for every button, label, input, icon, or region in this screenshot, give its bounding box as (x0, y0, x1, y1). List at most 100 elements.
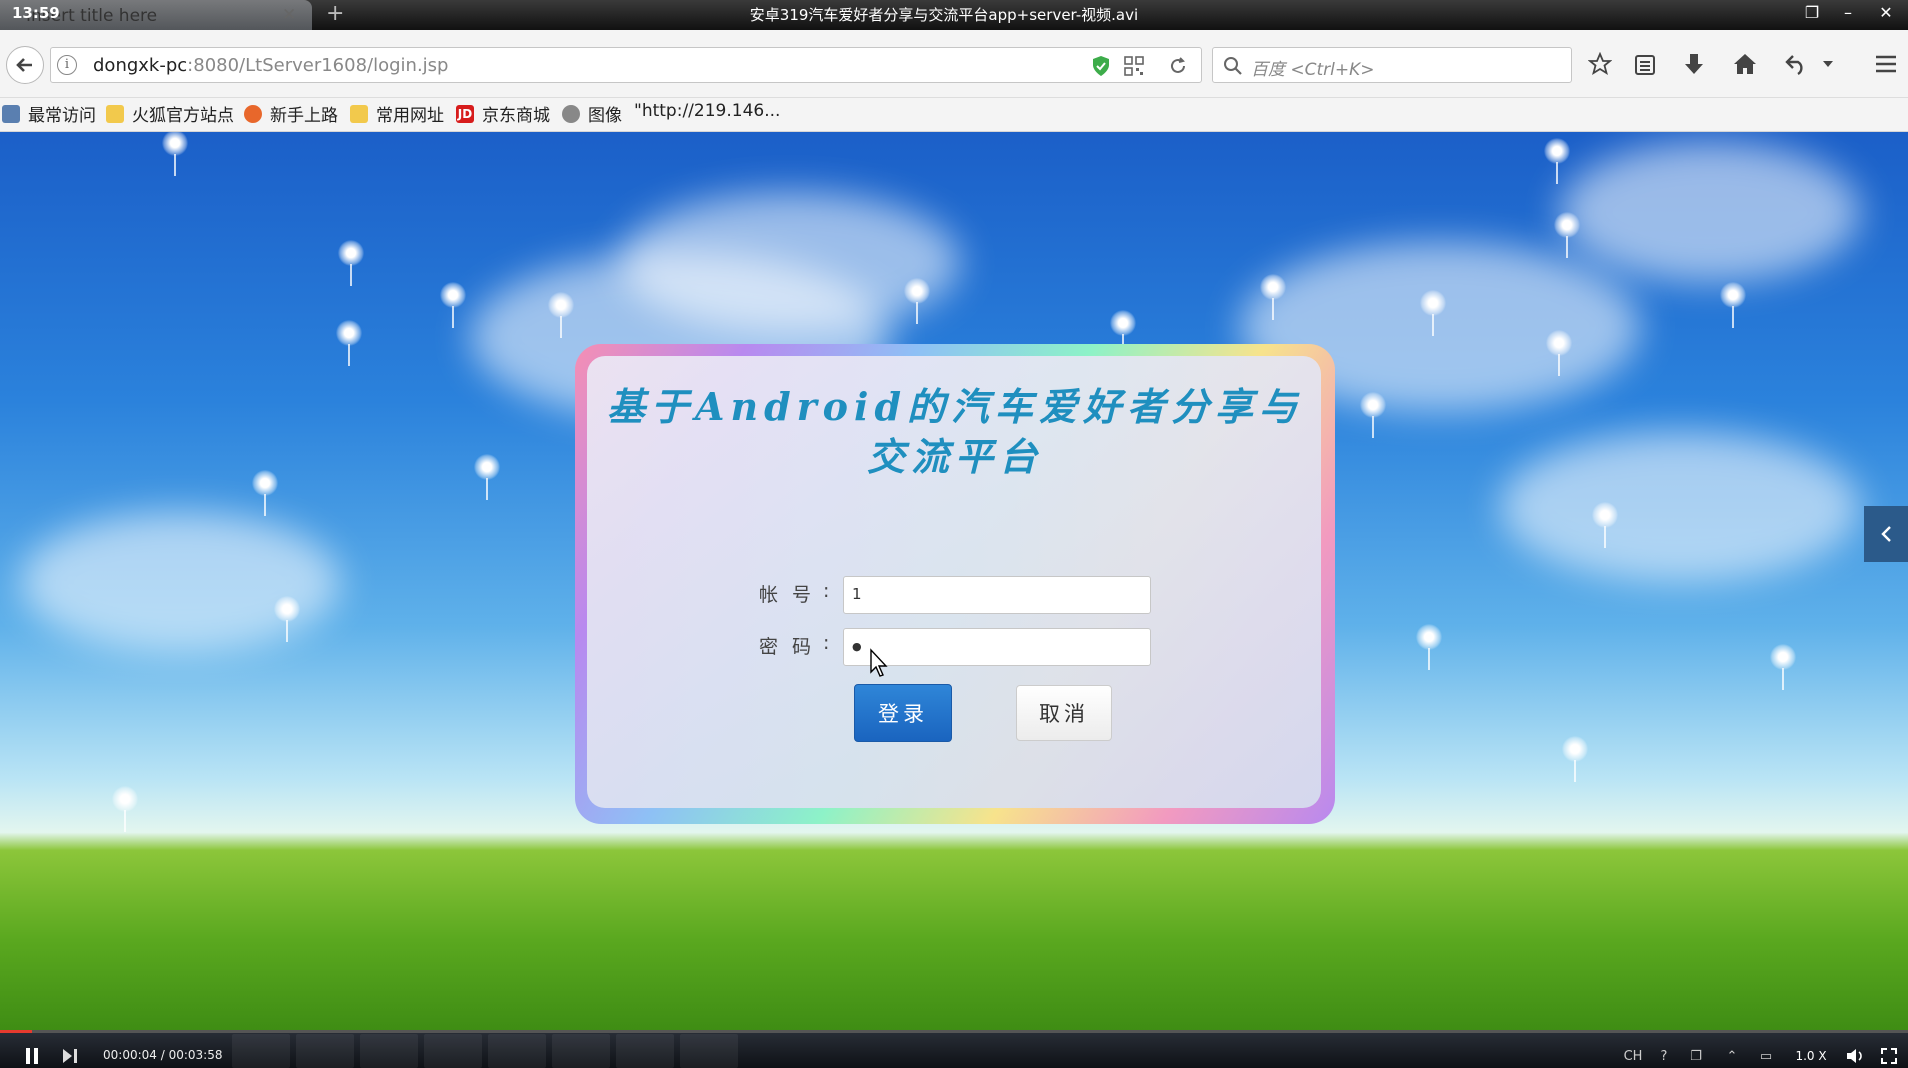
dandelion-seed (336, 320, 362, 366)
window-icon[interactable]: ❐ (1686, 1046, 1706, 1066)
account-label: 帐号 (759, 584, 826, 606)
password-colon: : (823, 632, 830, 654)
bookmark-common-sites[interactable]: 常用网址 (350, 101, 444, 126)
video-title: 安卓319汽车爱好者分享与交流平台app+server-视频.avi (749, 6, 1139, 24)
cloud-decoration (20, 512, 340, 652)
close-window-icon[interactable]: ✕ (1874, 3, 1898, 22)
taskbar-item[interactable] (488, 1034, 546, 1068)
bookmark-label: 图像 (588, 106, 622, 126)
minimize-icon[interactable]: – (1836, 3, 1860, 22)
fullscreen-icon[interactable] (1878, 1046, 1900, 1066)
hamburger-menu-icon (1876, 55, 1896, 73)
page-title: 基于Android的汽车爱好者分享与交流平台 (606, 384, 1304, 479)
dandelion-seed (162, 132, 188, 176)
bookmark-jd[interactable]: JD 京东商城 (456, 101, 550, 126)
star-icon (1588, 52, 1612, 75)
bookmark-label: 常用网址 (376, 106, 444, 126)
dandelion-seed (1554, 212, 1580, 258)
dandelion-seed (548, 292, 574, 338)
bookmark-images[interactable]: 图像 (562, 101, 622, 126)
url-text[interactable]: dongxk-pc:8080/LtServer1608/login.jsp (93, 55, 448, 76)
player-title-bar: Insert title here 13:59 ✕ + 安卓319汽车爱好者分享… (0, 0, 1908, 30)
url-host: dongxk-pc (93, 55, 188, 76)
bookmark-label: "http://219.146... (634, 101, 781, 121)
cloud-decoration (1560, 142, 1860, 282)
qr-code-icon[interactable] (1123, 55, 1145, 77)
dandelion-seed (1720, 282, 1746, 328)
undo-arrow-icon (1785, 55, 1803, 75)
clipboard-icon (1635, 55, 1655, 75)
speed-indicator[interactable]: 1.0 X (1794, 1046, 1828, 1066)
ch-indicator[interactable]: CH (1622, 1046, 1644, 1066)
playback-time: 00:00:04 / 00:03:58 (103, 1048, 223, 1062)
taskbar-item[interactable] (616, 1034, 674, 1068)
bookmark-label: 最常访问 (28, 106, 96, 126)
folder-icon (106, 104, 124, 123)
reading-list-button[interactable] (1631, 50, 1659, 78)
taskbar-item[interactable] (680, 1034, 738, 1068)
dandelion-seed (252, 470, 278, 516)
firefox-icon (244, 104, 262, 123)
home-icon (1734, 54, 1756, 74)
most-visited-icon (2, 104, 20, 123)
network-icon[interactable]: ▭ (1754, 1046, 1778, 1066)
bookmarks-toolbar: 最常访问 火狐官方站点 新手上路 常用网址 JD 京东商城 图像 "http://… (0, 98, 1908, 132)
downloads-button[interactable] (1680, 50, 1708, 78)
login-panel: 基于Android的汽车爱好者分享与交流平台 帐号 : 1 密码 : ● 登录 … (575, 344, 1335, 824)
password-input[interactable]: ● (843, 628, 1151, 666)
taskbar-item[interactable] (360, 1034, 418, 1068)
dandelion-seed (274, 596, 300, 642)
back-button[interactable] (6, 46, 44, 84)
folder-icon (350, 104, 368, 123)
dandelion-seed (1416, 624, 1442, 670)
bookmark-label: 京东商城 (482, 106, 550, 126)
cancel-button[interactable]: 取消 (1016, 685, 1112, 741)
bookmark-getting-started[interactable]: 新手上路 (244, 101, 338, 126)
taskbar-item[interactable] (552, 1034, 610, 1068)
bookmark-firefox-site[interactable]: 火狐官方站点 (106, 101, 234, 126)
download-arrow-icon (1685, 54, 1703, 74)
player-controls: 00:00:04 / 00:03:58 CH ? ❐ ⌃ ▭ 1.0 X (0, 1030, 1908, 1068)
help-icon[interactable]: ? (1654, 1046, 1674, 1066)
chevron-up-icon[interactable]: ⌃ (1722, 1046, 1742, 1066)
side-collapse-tab[interactable] (1864, 506, 1908, 562)
dandelion-seed (112, 786, 138, 832)
bookmark-most-visited[interactable]: 最常访问 (2, 101, 96, 126)
bookmark-label: 火狐官方站点 (132, 106, 234, 126)
account-colon: : (823, 580, 830, 602)
bookmark-star-button[interactable] (1586, 50, 1614, 78)
taskbar-item[interactable] (232, 1034, 290, 1068)
bookmark-url[interactable]: "http://219.146... (634, 101, 780, 121)
mouse-cursor-icon (870, 648, 888, 677)
address-bar[interactable]: i dongxk-pc:8080/LtServer1608/login.jsp (50, 47, 1202, 83)
dandelion-seed (1592, 502, 1618, 548)
reload-icon[interactable] (1167, 55, 1189, 77)
home-button[interactable] (1731, 50, 1759, 78)
next-button[interactable] (58, 1046, 82, 1066)
chevron-left-icon (1881, 526, 1891, 542)
taskbar-item[interactable] (424, 1034, 482, 1068)
dandelion-seed (1110, 310, 1136, 356)
shield-icon[interactable] (1091, 55, 1111, 77)
undo-dropdown[interactable] (1819, 50, 1837, 78)
menu-button[interactable] (1872, 50, 1900, 78)
undo-button[interactable] (1782, 50, 1810, 78)
progress-fill (0, 1030, 33, 1033)
taskbar-item[interactable] (296, 1034, 354, 1068)
back-arrow-icon (16, 58, 32, 72)
search-bar[interactable]: 百度 <Ctrl+K> (1212, 47, 1572, 83)
navigation-bar: i dongxk-pc:8080/LtServer1608/login.jsp … (0, 30, 1908, 98)
progress-bar[interactable] (0, 1030, 1908, 1033)
login-button[interactable]: 登录 (854, 684, 952, 742)
bookmark-label: 新手上路 (270, 106, 338, 126)
pause-button[interactable] (20, 1046, 44, 1066)
account-input[interactable]: 1 (843, 576, 1151, 614)
jd-icon: JD (456, 104, 474, 123)
site-info-icon[interactable]: i (57, 55, 77, 75)
dandelion-seed (1360, 392, 1386, 438)
dandelion-seed (1260, 274, 1286, 320)
restore-window-icon[interactable]: ❐ (1800, 3, 1824, 22)
dandelion-seed (1770, 644, 1796, 690)
password-label: 密码 (759, 636, 826, 658)
volume-icon[interactable] (1844, 1046, 1866, 1066)
